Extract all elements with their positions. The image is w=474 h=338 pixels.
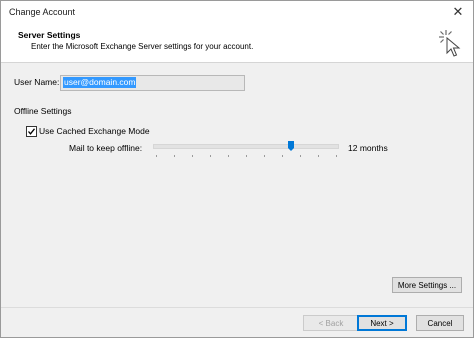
- close-button[interactable]: ✕: [445, 1, 471, 23]
- slider-tick: [192, 155, 193, 157]
- title-bar: Change Account ✕: [1, 1, 473, 25]
- next-label: Next >: [370, 318, 394, 328]
- close-icon: ✕: [452, 4, 464, 19]
- slider-tick: [300, 155, 301, 157]
- mail-offline-value: 12 months: [348, 143, 388, 153]
- back-button[interactable]: < Back: [303, 315, 359, 331]
- slider-tick: [246, 155, 247, 157]
- cancel-button[interactable]: Cancel: [416, 315, 464, 331]
- username-value: user@domain.com: [63, 77, 137, 88]
- change-account-dialog: Change Account ✕ Server Settings Enter t…: [0, 0, 474, 338]
- mail-offline-slider[interactable]: [153, 141, 339, 159]
- cached-mode-checkbox[interactable]: [26, 126, 37, 137]
- slider-tick: [210, 155, 211, 157]
- slider-tick: [282, 155, 283, 157]
- cached-mode-label[interactable]: Use Cached Exchange Mode: [39, 126, 150, 136]
- slider-tick: [318, 155, 319, 157]
- username-field[interactable]: user@domain.com: [60, 75, 245, 91]
- header-title: Server Settings: [18, 30, 81, 40]
- mail-offline-label: Mail to keep offline:: [69, 143, 143, 153]
- slider-tick: [228, 155, 229, 157]
- footer-separator: [1, 307, 473, 308]
- cancel-label: Cancel: [427, 318, 453, 328]
- checkmark-icon: [28, 128, 36, 135]
- slider-tick: [336, 155, 337, 157]
- header-subtitle: Enter the Microsoft Exchange Server sett…: [31, 42, 254, 51]
- next-button[interactable]: Next >: [357, 315, 407, 331]
- header-panel: Server Settings Enter the Microsoft Exch…: [1, 25, 473, 63]
- username-label: User Name:: [14, 77, 60, 87]
- window-title: Change Account: [9, 7, 76, 17]
- slider-track: [153, 144, 339, 149]
- slider-tick: [156, 155, 157, 157]
- cursor-click-icon: [439, 30, 461, 57]
- offline-settings-heading: Offline Settings: [14, 106, 72, 116]
- slider-thumb[interactable]: [288, 141, 294, 151]
- more-settings-label: More Settings ...: [397, 280, 457, 290]
- more-settings-button[interactable]: More Settings ...: [392, 277, 462, 293]
- slider-tick: [264, 155, 265, 157]
- back-label: < Back: [318, 318, 344, 328]
- slider-tick: [174, 155, 175, 157]
